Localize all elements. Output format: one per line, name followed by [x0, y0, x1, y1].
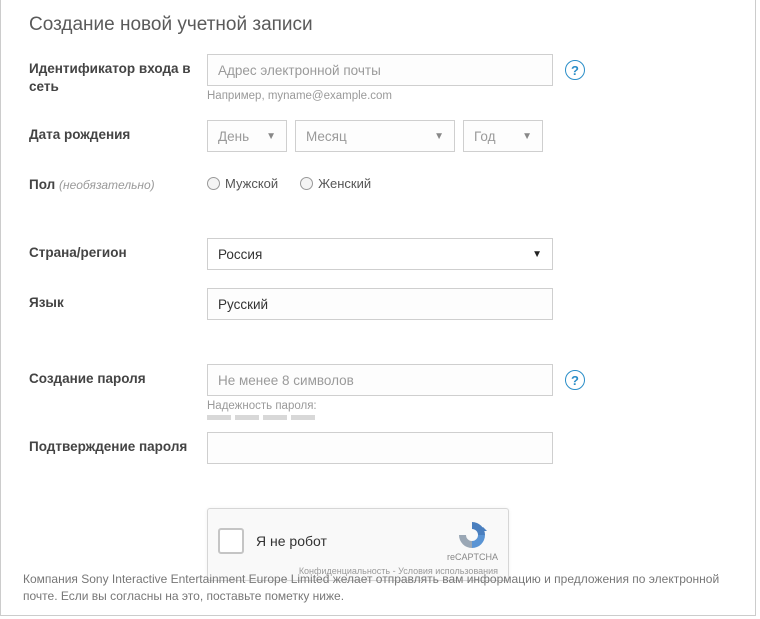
page-title: Создание новой учетной записи	[29, 0, 727, 54]
country-select[interactable]: Россия ▼	[207, 238, 553, 270]
chevron-down-icon: ▼	[434, 131, 444, 142]
dob-month-select[interactable]: Месяц ▼	[295, 120, 455, 152]
label-dob: Дата рождения	[29, 120, 207, 144]
language-value: Русский	[218, 297, 268, 312]
dob-year-select[interactable]: Год ▼	[463, 120, 543, 152]
chevron-down-icon: ▼	[266, 131, 276, 142]
row-country: Страна/регион Россия ▼	[29, 238, 727, 270]
row-signin-id: Идентификатор входа в сеть ? Например, m…	[29, 54, 727, 102]
country-value: Россия	[218, 247, 262, 262]
label-language: Язык	[29, 288, 207, 312]
password-strength-label: Надежность пароля:	[207, 400, 727, 412]
gender-male-label: Мужской	[225, 176, 278, 191]
recaptcha-brand: reCAPTCHA	[447, 519, 498, 562]
password-strength-meter	[207, 415, 727, 420]
chevron-down-icon: ▼	[522, 131, 532, 142]
radio-icon	[300, 177, 313, 190]
password-field[interactable]	[207, 364, 553, 396]
chevron-down-icon: ▼	[532, 249, 542, 260]
optional-hint: (необязательно)	[59, 178, 155, 192]
label-country: Страна/регион	[29, 238, 207, 262]
dob-year-label: Год	[474, 129, 496, 144]
recaptcha-label: Я не робот	[256, 533, 327, 549]
help-icon[interactable]: ?	[565, 370, 585, 390]
email-hint: Например, myname@example.com	[207, 90, 727, 102]
dob-day-label: День	[218, 129, 249, 144]
dob-day-select[interactable]: День ▼	[207, 120, 287, 152]
label-signin-id: Идентификатор входа в сеть	[29, 54, 207, 96]
gender-female-radio[interactable]: Женский	[300, 176, 371, 191]
row-language: Язык Русский	[29, 288, 727, 320]
recaptcha-brand-text: reCAPTCHA	[447, 552, 498, 562]
gender-male-radio[interactable]: Мужской	[207, 176, 278, 191]
email-field[interactable]	[207, 54, 553, 86]
label-confirm-password: Подтверждение пароля	[29, 432, 207, 456]
help-icon[interactable]: ?	[565, 60, 585, 80]
gender-female-label: Женский	[318, 176, 371, 191]
radio-icon	[207, 177, 220, 190]
recaptcha-widget: Я не робот reCAPTCHA Конфиденциальность …	[207, 508, 509, 581]
row-dob: Дата рождения День ▼ Месяц ▼ Год ▼	[29, 120, 727, 152]
recaptcha-icon	[456, 519, 488, 551]
signup-form-container: Создание новой учетной записи Идентифика…	[0, 0, 756, 616]
confirm-password-field[interactable]	[207, 432, 553, 464]
dob-month-label: Месяц	[306, 129, 347, 144]
row-confirm-password: Подтверждение пароля	[29, 432, 727, 464]
label-password: Создание пароля	[29, 364, 207, 388]
row-gender: Пол (необязательно) Мужской Женский	[29, 170, 727, 194]
marketing-disclaimer: Компания Sony Interactive Entertainment …	[23, 571, 733, 605]
recaptcha-checkbox[interactable]	[218, 528, 244, 554]
row-password: Создание пароля ? Надежность пароля:	[29, 364, 727, 420]
language-field[interactable]: Русский	[207, 288, 553, 320]
label-gender: Пол (необязательно)	[29, 170, 207, 194]
